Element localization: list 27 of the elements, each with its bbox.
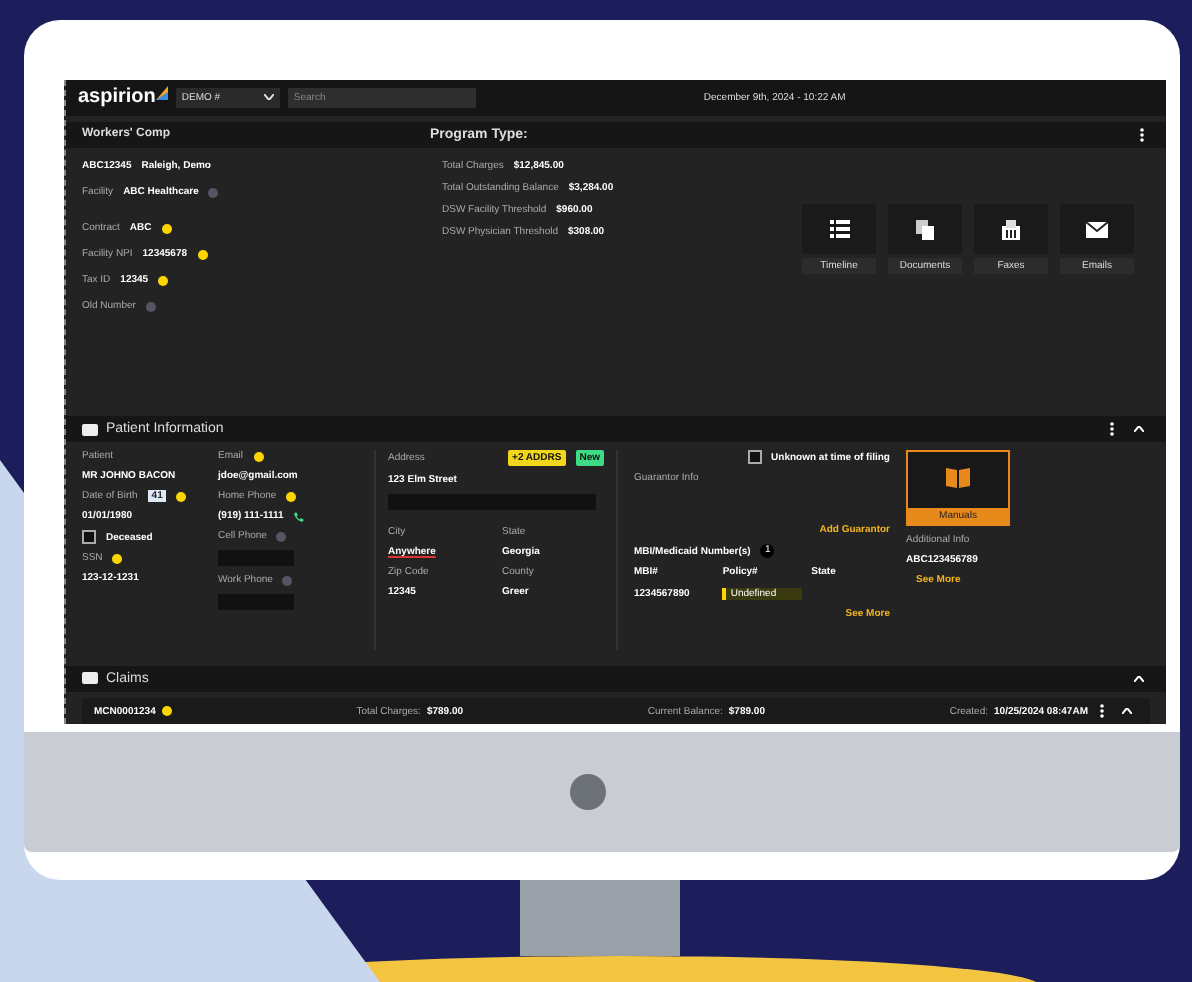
info-icon xyxy=(282,575,293,586)
flag-icon xyxy=(286,491,297,502)
list-icon xyxy=(829,220,849,239)
book-icon xyxy=(946,468,970,489)
collapse-icon[interactable] xyxy=(1134,426,1144,433)
list-tile[interactable] xyxy=(802,204,876,255)
id-card-icon xyxy=(82,423,98,436)
caret-icon xyxy=(263,94,274,101)
documents-icon xyxy=(916,219,934,240)
collapse-icon[interactable] xyxy=(1134,675,1144,682)
fax-icon xyxy=(1002,219,1020,240)
fax-tile[interactable] xyxy=(974,204,1048,255)
mail-icon xyxy=(1086,221,1108,238)
phone-icon[interactable] xyxy=(293,511,304,522)
docs-tile[interactable] xyxy=(888,204,962,255)
unknown-checkbox[interactable] xyxy=(747,450,762,465)
flag-icon xyxy=(253,451,264,462)
mail-tile[interactable] xyxy=(1060,204,1134,255)
logo-mark-icon xyxy=(155,86,168,100)
logo: aspirion xyxy=(78,86,156,109)
flag-icon xyxy=(112,553,123,564)
info-icon xyxy=(276,531,287,542)
flag-icon xyxy=(161,706,172,717)
id-card-icon xyxy=(82,672,98,685)
collapse-icon[interactable] xyxy=(1122,708,1132,715)
flag-icon xyxy=(176,491,187,502)
deceased-checkbox[interactable] xyxy=(82,530,96,545)
